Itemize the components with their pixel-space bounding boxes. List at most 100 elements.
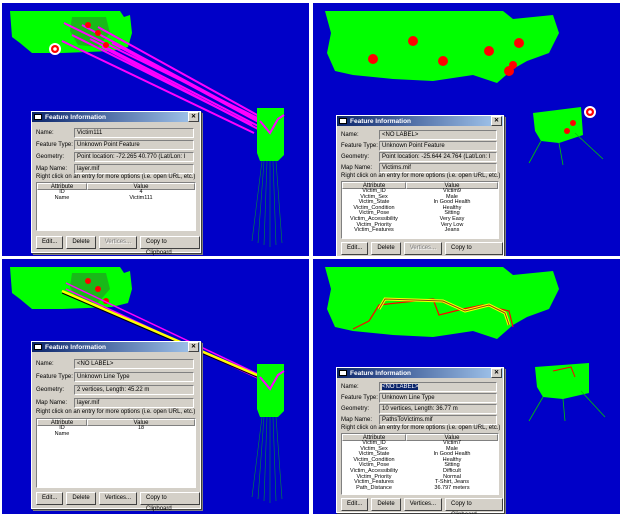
map-view-bottom-left[interactable]: Feature Information ✕ Name: <NO LABEL> F… (2, 259, 309, 514)
geometry-label: Geometry: (341, 405, 370, 412)
map-name-field[interactable]: PathsToVictims.mif (379, 414, 497, 425)
dialog-titlebar: Feature Information ✕ (32, 342, 200, 352)
attribute-table[interactable]: Attribute Value ID 4 Name Victim111 (36, 182, 196, 231)
window-icon (34, 114, 42, 120)
attribute-table[interactable]: Attribute Value ID 18 Name (36, 418, 196, 488)
vertices-button[interactable]: Vertices... (403, 498, 443, 511)
map-name-label: Map Name: (36, 165, 68, 172)
dialog-titlebar: Feature Information ✕ (337, 368, 503, 378)
map-view-top-right[interactable]: Feature Information ✕ Name: <NO LABEL> F… (313, 3, 620, 256)
feature-type-field[interactable]: Unknown Line Type (379, 392, 497, 403)
feature-info-dialog: Feature Information ✕ Name: <NO LABEL> F… (336, 367, 504, 514)
map-area-right (533, 107, 583, 143)
value-cell: Victim111 (129, 194, 153, 201)
feature-type-label: Feature Type: (341, 142, 378, 149)
window-icon (339, 118, 347, 124)
map-name-label: Map Name: (341, 416, 373, 423)
feature-type-label: Feature Type: (341, 394, 378, 401)
attribute-table[interactable]: Attribute Value Victim_ID Victim9 Victim_S… (341, 181, 499, 239)
feature-type-field[interactable]: Unknown Point Feature (74, 139, 194, 150)
vertices-button[interactable]: Vertices... (403, 242, 443, 255)
attribute-cell: Name (54, 194, 70, 201)
map-area-right (257, 108, 284, 161)
copy-to-clipboard-button[interactable]: Copy to Clipboard (445, 242, 503, 255)
table-row[interactable]: Path_Distance 36.797 meters (342, 484, 498, 492)
attribute-cell: Path_Distance (356, 484, 392, 491)
edit-button[interactable]: Edit... (341, 498, 369, 511)
hint-text: Right click on an entry for more options… (36, 174, 196, 180)
name-label: Name: (36, 129, 54, 136)
feature-type-field[interactable]: Unknown Line Type (74, 371, 194, 382)
close-button[interactable]: ✕ (188, 112, 199, 122)
dialog-title: Feature Information (45, 113, 107, 121)
dialog-title: Feature Information (350, 117, 412, 125)
hint-text: Right click on an entry for more options… (36, 409, 196, 415)
value-cell: 36.797 meters (434, 484, 470, 491)
map-area (325, 267, 559, 339)
scan-rays (251, 160, 283, 247)
geometry-label: Geometry: (36, 153, 65, 160)
feature-type-label: Feature Type: (36, 373, 73, 380)
window-icon (34, 344, 42, 350)
name-field[interactable]: <NO LABEL> (379, 129, 497, 140)
scan-rays (251, 416, 283, 503)
geometry-label: Geometry: (36, 386, 65, 393)
feature-info-dialog: Feature Information ✕ Name: <NO LABEL> F… (336, 115, 504, 256)
dialog-titlebar: Feature Information ✕ (337, 116, 503, 126)
copy-to-clipboard-button[interactable]: Copy to Clipboard (140, 492, 200, 512)
delete-button[interactable]: Delete (371, 498, 401, 511)
table-row[interactable]: Name (37, 430, 195, 438)
table-row[interactable]: Victim_Features Jeans (342, 228, 498, 234)
selected-victim-icon[interactable] (49, 43, 61, 55)
name-label: Name: (341, 383, 359, 390)
geometry-field[interactable]: Point location: -72.265 40.770 (Lat/Lon:… (74, 151, 194, 162)
map-name-field[interactable]: layer.mif (74, 397, 194, 408)
delete-button[interactable]: Delete (66, 236, 96, 249)
value-cell: Jeans (444, 227, 460, 234)
copy-to-clipboard-button[interactable]: Copy to Clipboard (140, 236, 200, 256)
dialog-title: Feature Information (350, 369, 412, 377)
attribute-table[interactable]: Attribute Value Victim_ID Victim7 Victim_S… (341, 433, 499, 495)
geometry-label: Geometry: (341, 153, 370, 160)
attribute-cell: Name (54, 430, 70, 437)
name-field[interactable]: <NO LABEL> (74, 358, 194, 369)
close-button[interactable]: ✕ (491, 368, 502, 378)
map-area (325, 11, 559, 83)
name-label: Name: (36, 360, 54, 367)
close-button[interactable]: ✕ (491, 116, 502, 126)
map-area-right (257, 364, 284, 417)
map-view-top-left[interactable]: Feature Information ✕ Name: Victim111 Fe… (2, 3, 309, 256)
geometry-field[interactable]: 10 vertices, Length: 36.77 m (379, 403, 497, 414)
hint-text: Right click on an entry for more options… (341, 173, 501, 179)
delete-button[interactable]: Delete (66, 492, 96, 505)
geometry-field[interactable]: 2 vertices, Length: 45.22 m (74, 384, 194, 395)
vertices-button[interactable]: Vertices... (98, 492, 138, 505)
hint-text: Right click on an entry for more options… (341, 425, 501, 431)
feature-type-label: Feature Type: (36, 141, 73, 148)
selected-name-text: <NO LABEL> (382, 383, 419, 390)
map-name-field[interactable]: Victims.mif (379, 162, 497, 173)
attribute-cell: Victim_Features (354, 227, 394, 234)
delete-button[interactable]: Delete (371, 242, 401, 255)
map-name-field[interactable]: layer.mif (74, 163, 194, 174)
vertices-button[interactable]: Vertices... (98, 236, 138, 249)
window-icon (339, 370, 347, 376)
selected-victim-icon[interactable] (584, 106, 596, 118)
dialog-title: Feature Information (45, 343, 107, 351)
dialog-titlebar: Feature Information ✕ (32, 112, 200, 122)
copy-to-clipboard-button[interactable]: Copy to Clipboard (445, 498, 503, 514)
geometry-field[interactable]: Point location: -25.644 24.764 (Lat/Lon:… (379, 151, 497, 162)
map-view-bottom-right[interactable]: Feature Information ✕ Name: <NO LABEL> F… (313, 259, 620, 514)
edit-button[interactable]: Edit... (36, 492, 64, 505)
table-row[interactable]: Name Victim111 (37, 194, 195, 202)
map-area-right (535, 363, 589, 399)
name-field[interactable]: <NO LABEL> (379, 381, 497, 392)
feature-info-dialog: Feature Information ✕ Name: <NO LABEL> F… (31, 341, 201, 512)
map-name-label: Map Name: (341, 164, 373, 171)
feature-info-dialog: Feature Information ✕ Name: Victim111 Fe… (31, 111, 201, 256)
name-field[interactable]: Victim111 (74, 127, 194, 138)
edit-button[interactable]: Edit... (36, 236, 64, 249)
feature-type-field[interactable]: Unknown Point Feature (379, 140, 497, 151)
close-button[interactable]: ✕ (188, 342, 199, 352)
edit-button[interactable]: Edit... (341, 242, 369, 255)
